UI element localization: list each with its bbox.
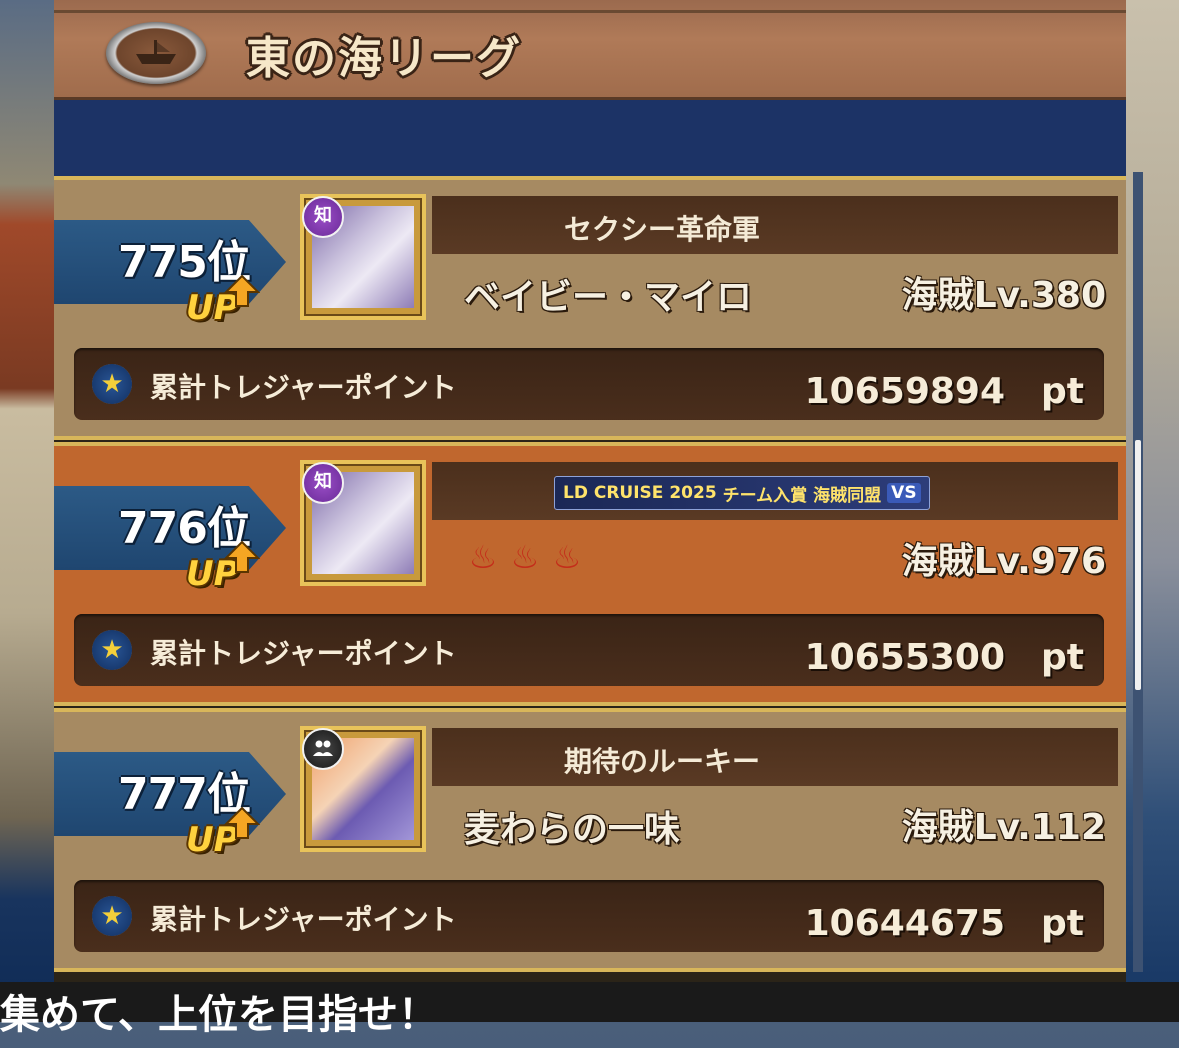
rank-up-badge: UP — [186, 540, 268, 600]
banner-text: チーム入賞 — [722, 485, 808, 506]
background-left-scenery — [0, 0, 60, 1022]
points-label: 累計トレジャーポイント — [150, 371, 457, 404]
crew-title-banner: LD CRUISE 2025 チーム入賞 海賊同盟 VS — [554, 476, 930, 510]
ship-emblem-icon — [106, 22, 206, 84]
pirate-level: 海賊Lv.112 — [901, 807, 1106, 848]
star-medal-icon: ★ — [92, 364, 132, 404]
points-value: 10659894 pt — [804, 371, 1084, 412]
points-value: 10655300 pt — [804, 637, 1084, 678]
header-band — [54, 100, 1126, 176]
ranking-row[interactable]: 775位 UP 知 セクシー革命軍 ベイビー・マイロ 海賊Lv.380 ★ 累計… — [54, 176, 1126, 440]
leader-avatar[interactable]: 知 — [300, 194, 426, 320]
banner-text: 海賊同盟 — [813, 485, 882, 506]
star-medal-icon: ★ — [92, 896, 132, 936]
treasure-points-bar: ★ 累計トレジャーポイント 10659894 pt — [74, 348, 1104, 420]
treasure-points-bar: ★ 累計トレジャーポイント 10655300 pt — [74, 614, 1104, 686]
crew-name: セクシー革命軍 — [563, 213, 760, 246]
points-label: 累計トレジャーポイント — [150, 903, 457, 936]
hot-spring-icon: ♨ — [552, 538, 582, 576]
hot-spring-icons: ♨ ♨ ♨ — [464, 538, 586, 576]
footer-text: 集めて、上位を目指せ！ — [0, 992, 438, 1038]
type-int-icon: 知 — [302, 462, 344, 504]
leader-avatar[interactable]: 知 — [300, 460, 426, 586]
footer-banner: 集めて、上位を目指せ！ — [0, 982, 1179, 1038]
league-header: 東の海リーグ — [54, 0, 1126, 100]
crew-bar: 期待のルーキー — [432, 728, 1118, 786]
rank-up-badge: UP — [186, 274, 268, 334]
treasure-points-bar: ★ 累計トレジャーポイント 10644675 pt — [74, 880, 1104, 952]
points-label: 累計トレジャーポイント — [150, 637, 457, 670]
up-arrow-icon — [224, 274, 260, 307]
player-name: 麦わらの一味 — [464, 809, 681, 850]
leader-avatar[interactable] — [300, 726, 426, 852]
pirate-level: 海賊Lv.380 — [901, 275, 1106, 316]
star-medal-icon: ★ — [92, 630, 132, 670]
crew-name: 期待のルーキー — [563, 745, 760, 778]
hot-spring-icon: ♨ — [510, 538, 540, 576]
rank-up-badge: UP — [186, 806, 268, 866]
up-arrow-icon — [224, 540, 260, 573]
up-arrow-icon — [224, 806, 260, 839]
ranking-row[interactable]: 777位 UP 期待のルーキー 麦わらの一味 海賊Lv.112 ★ 累計トレジャ… — [54, 708, 1126, 972]
banner-text: LD CRUISE 2025 — [563, 483, 717, 503]
type-int-icon: 知 — [302, 196, 344, 238]
background-right-scenery — [1123, 0, 1179, 1022]
hot-spring-icon: ♨ — [468, 538, 498, 576]
league-title: 東の海リーグ — [246, 33, 522, 84]
ranking-row[interactable]: 776位 UP 知 LD CRUISE 2025 チーム入賞 海賊同盟 VS ♨… — [54, 442, 1126, 706]
player-name: ベイビー・マイロ — [464, 277, 753, 318]
crew-bar: セクシー革命軍 — [432, 196, 1118, 254]
pirate-level: 海賊Lv.976 — [901, 541, 1106, 582]
vs-badge: VS — [887, 483, 921, 503]
dual-character-icon — [302, 728, 344, 770]
points-value: 10644675 pt — [804, 903, 1084, 944]
scrollbar-thumb[interactable] — [1135, 440, 1141, 690]
crew-bar: LD CRUISE 2025 チーム入賞 海賊同盟 VS — [432, 462, 1118, 520]
